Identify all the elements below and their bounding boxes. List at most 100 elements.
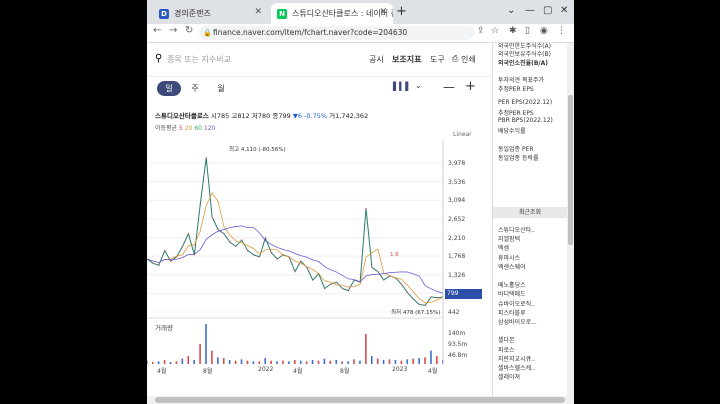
search-icon[interactable]: ⚲ xyxy=(155,53,162,64)
recent-stock-link[interactable]: 셀바스헬스케.. xyxy=(498,363,535,372)
y-tick-label: 2,210 xyxy=(448,234,466,242)
tools-button[interactable]: 도구 xyxy=(430,54,445,65)
close-tab-icon[interactable]: ✕ xyxy=(254,7,262,17)
ma20-label: 20 xyxy=(184,125,193,132)
recent-stock-link[interactable]: 셀레이져 xyxy=(498,372,520,381)
recent-stock-link[interactable]: 엑센스웨어 xyxy=(498,262,526,271)
volume-tick: 140m xyxy=(448,330,466,337)
chevron-down-icon[interactable]: ⌄ xyxy=(507,5,515,16)
sidebar-text: 투자의견 목표주가 xyxy=(498,77,545,84)
forward-icon[interactable]: → xyxy=(169,25,177,36)
price-point xyxy=(211,216,213,218)
sidebar-text: 추정PER EPS xyxy=(498,110,534,117)
price-point xyxy=(400,283,403,285)
compare-search-input[interactable]: 종목 또는 지수비교 xyxy=(167,54,231,65)
price-point xyxy=(217,228,219,231)
hscroll-thumb[interactable] xyxy=(155,397,565,403)
volume-bar xyxy=(240,359,243,364)
minimize-icon[interactable]: — xyxy=(525,5,535,16)
x-tick-label: 2022 xyxy=(258,366,274,373)
x-tick-label: 2023 xyxy=(392,366,408,373)
recent-header[interactable]: 최근조회 xyxy=(493,207,567,218)
tab-inactive[interactable]: D 경의준랜즈 ✕ xyxy=(153,3,268,24)
period-day-button[interactable]: 일 xyxy=(157,81,181,96)
back-icon[interactable]: ← xyxy=(153,25,161,36)
price-chart[interactable] xyxy=(147,140,492,380)
recent-stock-link[interactable]: 셀다본 xyxy=(498,335,515,344)
period-selector: 일 주 월 ▌▍▌ ⌄ — + xyxy=(147,77,492,101)
extensions-icon[interactable]: ✱ xyxy=(509,26,517,36)
site-favicon-icon: D xyxy=(159,8,169,19)
chevron-down-icon[interactable]: ⌄ xyxy=(415,81,422,90)
recent-stock-link[interactable]: 지란지교시큐.. xyxy=(498,354,535,363)
price-point xyxy=(312,279,314,281)
candle-type-icon[interactable]: ▌▍▌ xyxy=(393,82,411,91)
price-point xyxy=(430,296,432,298)
volume-bar xyxy=(305,361,308,364)
share-icon[interactable]: ⇪ xyxy=(477,26,485,36)
period-week-button[interactable]: 주 xyxy=(183,81,207,96)
x-tick-label: 4월 xyxy=(293,368,303,375)
period-month-button[interactable]: 월 xyxy=(209,81,233,96)
print-button[interactable]: 인쇄 xyxy=(461,54,476,65)
volume-bar xyxy=(436,356,438,364)
volume-bar xyxy=(288,361,290,364)
recent-stock-link[interactable]: 피스타블루 xyxy=(498,308,526,317)
horizontal-scrollbar[interactable] xyxy=(147,396,574,404)
recent-stock-link[interactable]: 베노홀딩스 xyxy=(498,280,526,289)
price-point xyxy=(170,260,172,262)
price-point xyxy=(193,254,195,256)
recent-stock-link[interactable]: 스튜디오산타.. xyxy=(498,225,535,234)
close-tab-icon[interactable]: ✕ xyxy=(379,7,387,17)
y-tick-label: 3,536 xyxy=(448,178,466,186)
zoom-in-icon[interactable]: + xyxy=(465,79,476,94)
volume-bar xyxy=(299,360,302,364)
recent-stock-link[interactable]: 슈바이오로직.. xyxy=(498,299,535,308)
recent-stock-link[interactable]: 삼성바이오로... xyxy=(498,317,537,326)
maximize-icon[interactable]: ▢ xyxy=(543,5,552,16)
new-tab-icon[interactable]: + xyxy=(396,4,407,19)
volume-bar xyxy=(258,361,261,364)
sidebar-text: 동일업종 PER xyxy=(498,146,534,153)
price-point xyxy=(247,249,249,252)
menu-icon[interactable]: ⋮ xyxy=(557,26,566,36)
price-point xyxy=(371,266,373,269)
current-price-marker: 799 xyxy=(445,289,482,299)
volume-bar xyxy=(418,358,420,364)
ma120-line xyxy=(147,225,444,294)
mid-annotation: 1.6 xyxy=(390,252,399,258)
recent-stock-link[interactable]: 지엘팜텍 xyxy=(498,234,520,243)
volume-bar xyxy=(147,360,148,364)
url-input[interactable]: 🔒 finance.naver.com/item/fchart.naver?co… xyxy=(199,26,474,40)
recent-stock-link[interactable]: 엑셈 xyxy=(498,243,509,252)
close-window-icon[interactable]: ✕ xyxy=(560,5,568,16)
volume-bar xyxy=(234,360,237,364)
recent-stock-link[interactable]: 휴마시스 xyxy=(498,253,520,262)
vertical-scrollbar[interactable] xyxy=(567,43,574,404)
zoom-out-icon[interactable]: — xyxy=(443,80,455,94)
profile-icon[interactable]: ◉ xyxy=(540,26,548,36)
volume-tick: 93.5m xyxy=(448,341,468,348)
sidepanel-icon[interactable]: ▯ xyxy=(525,26,530,36)
scroll-thumb[interactable] xyxy=(568,95,573,245)
recent-stock-link[interactable]: 파로스 xyxy=(498,345,515,354)
volume-bar xyxy=(217,357,219,364)
indicator-button[interactable]: 보조지표 xyxy=(392,54,421,65)
y-tick-label: 1,768 xyxy=(448,253,466,261)
disclosure-button[interactable]: 공시 xyxy=(369,54,384,65)
sidebar-text: 외국인소진율(B/A) xyxy=(498,60,549,67)
stock-name: 스튜디오산타클로스 xyxy=(155,112,209,120)
volume-bar xyxy=(246,360,249,364)
reload-icon[interactable]: ↻ xyxy=(185,25,193,36)
browser-window: D 경의준랜즈 ✕ N 스튜디오산타클로스 : 네이버 증 ✕ + ⌄ — ▢ … xyxy=(147,0,574,404)
star-icon[interactable]: ☆ xyxy=(491,26,499,36)
close-value: 799 xyxy=(278,112,291,120)
volume-bar xyxy=(175,361,178,364)
tab-active[interactable]: N 스튜디오산타클로스 : 네이버 증 ✕ xyxy=(271,3,393,24)
price-point xyxy=(241,239,243,241)
volume-bar xyxy=(335,360,338,364)
price-point xyxy=(347,289,349,292)
scale-selector[interactable]: Linear xyxy=(453,131,472,138)
recent-stock-link[interactable]: 바디텍메드 xyxy=(498,289,526,298)
print-icon[interactable]: ⎙ xyxy=(452,54,458,64)
